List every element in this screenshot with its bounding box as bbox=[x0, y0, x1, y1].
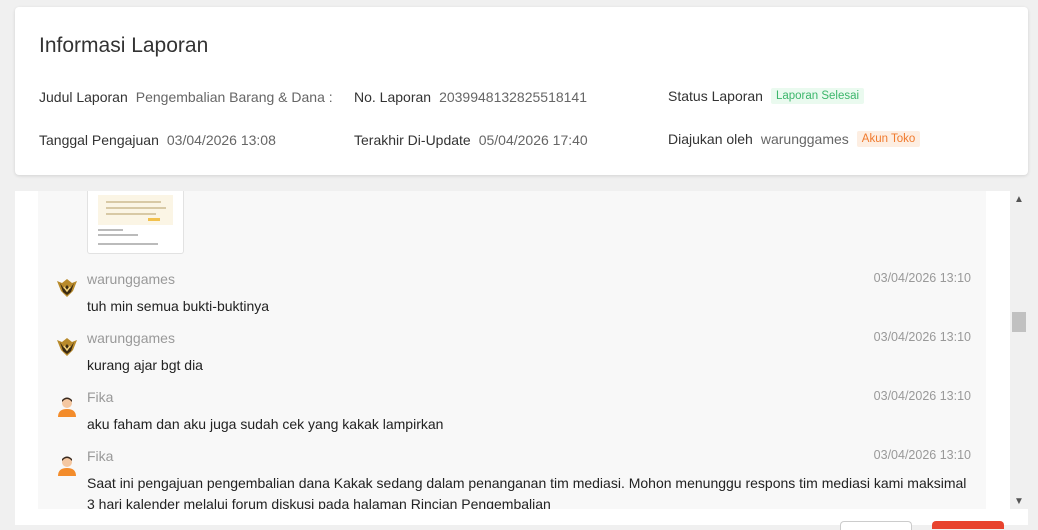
report-title-field: Judul Laporan Pengembalian Barang & Dana… bbox=[39, 89, 333, 105]
discussion-thread: warunggames 03/04/2026 13:10 tuh min sem… bbox=[38, 191, 986, 509]
message-text: kurang ajar bgt dia bbox=[87, 357, 203, 373]
submitted-date-value: 03/04/2026 13:08 bbox=[166, 132, 276, 148]
report-status-label: Status Laporan bbox=[668, 88, 763, 104]
scroll-thumb[interactable] bbox=[1012, 312, 1026, 332]
message-time: 03/04/2026 13:10 bbox=[873, 448, 971, 462]
report-info-title: Informasi Laporan bbox=[39, 34, 209, 57]
submitted-date-field: Tanggal Pengajuan 03/04/2026 13:08 bbox=[39, 132, 276, 148]
submitted-by-label: Diajukan oleh bbox=[668, 131, 753, 147]
last-updated-label: Terakhir Di-Update bbox=[354, 132, 471, 148]
agent-avatar-icon bbox=[58, 456, 76, 476]
primary-action-button[interactable] bbox=[932, 521, 1004, 529]
message-time: 03/04/2026 13:10 bbox=[873, 330, 971, 344]
sender-name: warunggames bbox=[87, 330, 175, 346]
secondary-action-button[interactable] bbox=[840, 521, 912, 530]
status-badge: Laporan Selesai bbox=[770, 88, 865, 104]
report-title-value: Pengembalian Barang & Dana : bbox=[135, 89, 333, 105]
report-number-label: No. Laporan bbox=[354, 89, 432, 105]
last-updated-field: Terakhir Di-Update 05/04/2026 17:40 bbox=[354, 132, 588, 148]
attachment-thumbnail[interactable] bbox=[87, 191, 184, 254]
sender-name: warunggames bbox=[87, 271, 175, 287]
message-text: tuh min semua bukti-buktinya bbox=[87, 298, 270, 314]
message-time: 03/04/2026 13:10 bbox=[873, 271, 971, 285]
submitted-date-label: Tanggal Pengajuan bbox=[39, 132, 159, 148]
agent-avatar-icon bbox=[58, 397, 76, 417]
discussion-scrollbar[interactable]: ▲ ▼ bbox=[1010, 191, 1028, 509]
submitted-by-field: Diajukan oleh warunggames Akun Toko bbox=[668, 131, 921, 147]
report-number-value: 2039948132825518141 bbox=[439, 89, 587, 105]
sender-name: Fika bbox=[87, 448, 114, 464]
message-text: aku faham dan aku juga sudah cek yang ka… bbox=[87, 416, 444, 432]
discussion-panel[interactable]: warunggames 03/04/2026 13:10 tuh min sem… bbox=[15, 191, 1010, 509]
submitted-by-value: warunggames bbox=[760, 131, 849, 147]
account-type-badge: Akun Toko bbox=[856, 131, 921, 147]
attachment-doc-icon bbox=[98, 195, 173, 225]
report-status-field: Status Laporan Laporan Selesai bbox=[668, 88, 865, 104]
message-text: Saat ini pengajuan pengembalian dana Kak… bbox=[87, 475, 967, 509]
report-number-field: No. Laporan 2039948132825518141 bbox=[354, 89, 587, 105]
shop-logo-icon bbox=[57, 279, 77, 297]
report-info-card: Informasi Laporan Judul Laporan Pengemba… bbox=[15, 7, 1028, 175]
sender-name: Fika bbox=[87, 389, 114, 405]
message-time: 03/04/2026 13:10 bbox=[873, 389, 971, 403]
scroll-down-icon[interactable]: ▼ bbox=[1010, 493, 1028, 509]
shop-logo-icon bbox=[57, 338, 77, 356]
action-footer bbox=[15, 509, 1028, 530]
report-title-label: Judul Laporan bbox=[39, 89, 128, 105]
last-updated-value: 05/04/2026 17:40 bbox=[478, 132, 588, 148]
scroll-up-icon[interactable]: ▲ bbox=[1010, 191, 1028, 207]
